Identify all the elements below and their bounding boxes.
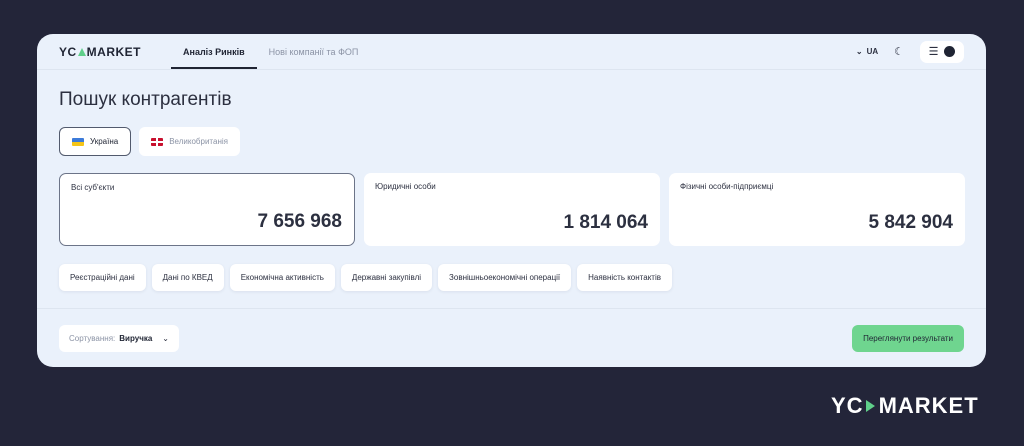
logo-text-left: YC xyxy=(59,44,77,59)
view-results-button[interactable]: Переглянути результати xyxy=(852,325,964,352)
country-label: Україна xyxy=(90,137,119,146)
brand-arrow-icon xyxy=(865,400,875,412)
sort-dropdown[interactable]: Сортування: Виручка ⌄ xyxy=(59,325,179,352)
tab-new-companies[interactable]: Нові компанії та ФОП xyxy=(257,34,371,69)
logo-arrow-icon xyxy=(77,47,86,56)
uk-flag-icon xyxy=(151,137,164,146)
top-navigation: YC M ARKET Аналіз Ринків Нові компанії т… xyxy=(37,34,986,70)
filter-economic-activity[interactable]: Економічна активність xyxy=(229,264,335,291)
country-selector: Україна Великобританія xyxy=(59,127,240,156)
country-ukraine-button[interactable]: Україна xyxy=(59,127,132,156)
sort-value: Виручка xyxy=(119,334,153,343)
logo-text-m: M xyxy=(86,44,98,59)
filter-contacts[interactable]: Наявність контактів xyxy=(577,264,672,291)
brand-text-left: YC xyxy=(831,393,864,418)
filter-chips: Реєстраційні дані Дані по КВЕД Економічн… xyxy=(59,264,672,291)
logo-text-right: ARKET xyxy=(97,44,142,59)
ukraine-flag-icon xyxy=(72,137,84,146)
chevron-down-icon: ⌄ xyxy=(855,47,863,56)
stat-card-all[interactable]: Всі суб'єкти 7 656 968 xyxy=(59,173,355,246)
sort-label: Сортування: xyxy=(69,334,116,343)
country-label: Великобританія xyxy=(169,137,228,146)
stat-label: Всі суб'єкти xyxy=(71,183,115,192)
stat-label: Юридичні особи xyxy=(375,182,436,191)
country-uk-button[interactable]: Великобританія xyxy=(139,127,240,156)
tab-market-analysis[interactable]: Аналіз Ринків xyxy=(171,34,257,69)
user-menu-button[interactable]: ☰ xyxy=(920,40,964,63)
user-icon xyxy=(944,46,956,57)
footer-bar: Сортування: Виручка ⌄ Переглянути резуль… xyxy=(37,308,986,367)
page-title: Пошук контрагентів xyxy=(59,89,232,110)
stat-card-legal-entities[interactable]: Юридичні особи 1 814 064 xyxy=(364,173,660,246)
topbar-actions: ⌄ UA ☾ ☰ xyxy=(856,40,964,63)
filter-public-procurement[interactable]: Державні закупівлі xyxy=(340,264,433,291)
moon-icon[interactable]: ☾ xyxy=(894,45,904,58)
app-logo[interactable]: YC M ARKET xyxy=(59,45,141,59)
stat-value: 7 656 968 xyxy=(257,211,342,232)
stat-label: Фізичні особи-підприємці xyxy=(680,182,774,191)
filter-kved[interactable]: Дані по КВЕД xyxy=(151,264,224,291)
language-label: UA xyxy=(866,47,879,56)
language-selector[interactable]: ⌄ UA xyxy=(856,47,878,56)
nav-tabs: Аналіз Ринків Нові компанії та ФОП xyxy=(171,34,370,69)
hamburger-icon: ☰ xyxy=(928,46,939,58)
stat-value: 1 814 064 xyxy=(563,212,648,233)
stat-card-entrepreneurs[interactable]: Фізичні особи-підприємці 5 842 904 xyxy=(669,173,965,246)
brand-text-right: MARKET xyxy=(878,393,979,418)
app-window: YC M ARKET Аналіз Ринків Нові компанії т… xyxy=(37,34,986,367)
filter-foreign-trade[interactable]: Зовнішньоекономічні операції xyxy=(438,264,572,291)
entity-stats: Всі суб'єкти 7 656 968 Юридичні особи 1 … xyxy=(59,173,965,246)
filter-registration[interactable]: Реєстраційні дані xyxy=(59,264,146,291)
chevron-down-icon: ⌄ xyxy=(162,334,169,343)
brand-watermark: YC MARKET xyxy=(831,393,979,419)
stat-value: 5 842 904 xyxy=(868,212,953,233)
